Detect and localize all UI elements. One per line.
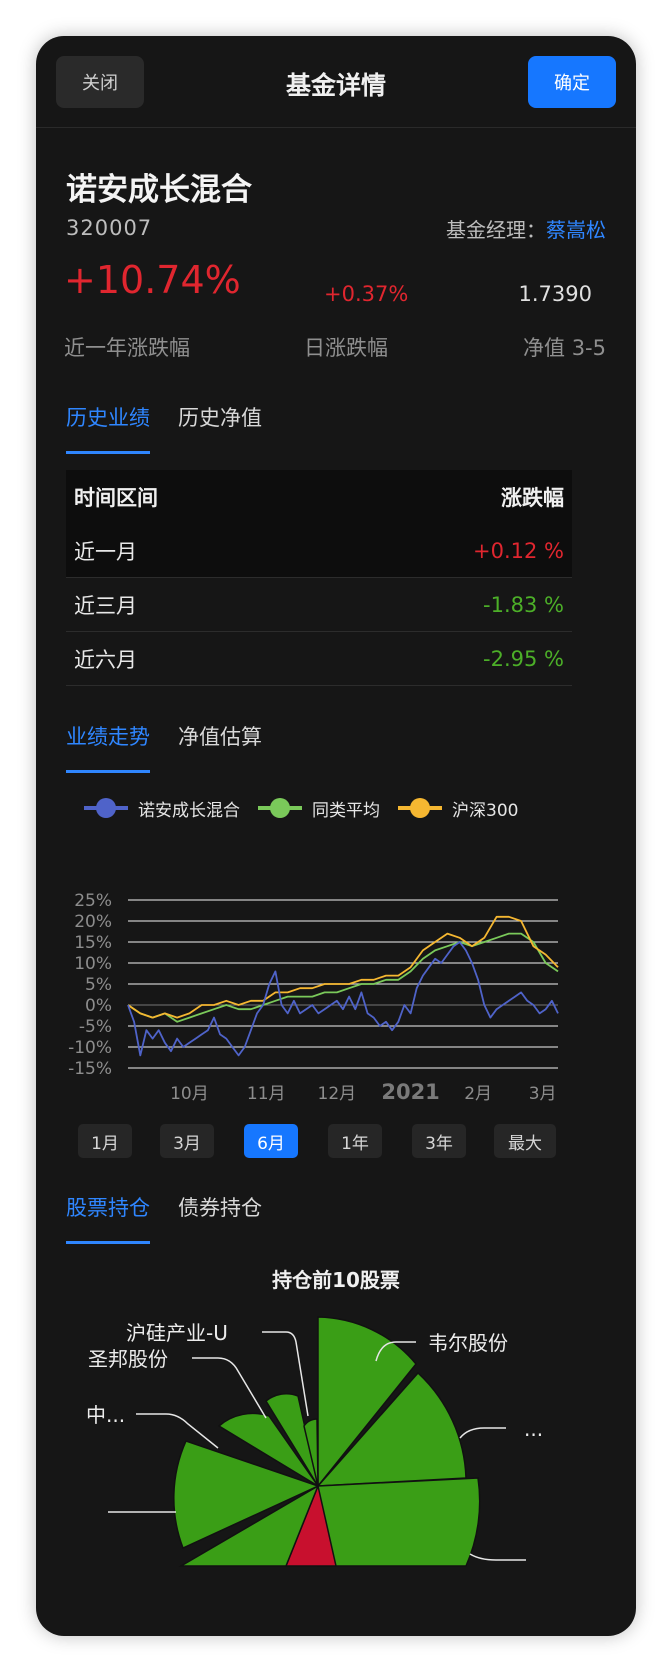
performance-tabs: 历史业绩 历史净值 xyxy=(66,394,262,454)
legend-label: 同类平均 xyxy=(312,800,380,821)
series-line[interactable] xyxy=(127,941,559,1057)
legend-marker xyxy=(398,798,442,818)
legend-label: 诺安成长混合 xyxy=(138,800,240,821)
x-tick-label: 2021 xyxy=(381,1080,439,1104)
label-hu-gui: 沪硅产业-U xyxy=(126,1321,228,1345)
y-tick-label: 15% xyxy=(74,933,112,953)
legend-marker xyxy=(258,798,302,818)
row-change: -1.83 % xyxy=(483,592,564,617)
x-tick-label: 2月 xyxy=(464,1084,492,1104)
manager-label: 基金经理： xyxy=(446,218,546,242)
day-change-value: +0.37% xyxy=(324,282,409,306)
sector-large-right[interactable] xyxy=(317,1477,481,1567)
confirm-button[interactable]: 确定 xyxy=(528,56,616,108)
manager-name-link[interactable]: 蔡嵩松 xyxy=(546,218,606,242)
y-tick-label: 0% xyxy=(85,996,112,1016)
trend-tabs: 业绩走势 净值估算 xyxy=(66,713,262,773)
legend-marker xyxy=(84,798,128,818)
fund-name: 诺安成长混合 xyxy=(66,172,252,208)
range-selector: 1月 3月 6月 1年 3年 最大 xyxy=(78,1124,598,1158)
label-ellipsis: ... xyxy=(524,1417,543,1441)
nav-bar: 关闭 基金详情 确定 xyxy=(36,36,636,128)
x-tick-label: 11月 xyxy=(247,1084,286,1104)
holdings-rose-chart[interactable]: 韦尔股份 沪硅产业-U 圣邦股份 中... ... xyxy=(36,1306,636,1636)
fund-manager: 基金经理：蔡嵩松 xyxy=(446,214,606,243)
holdings-chart-title: 持仓前10股票 xyxy=(272,1268,400,1292)
range-3m-button[interactable]: 3月 xyxy=(160,1124,214,1158)
y-tick-label: 25% xyxy=(74,891,112,911)
header-change: 涨跌幅 xyxy=(501,486,564,510)
tab-stock-holdings[interactable]: 股票持仓 xyxy=(66,1184,150,1244)
tab-history-performance[interactable]: 历史业绩 xyxy=(66,394,150,454)
x-tick-label: 3月 xyxy=(529,1084,557,1104)
nav-label: 净值 3-5 xyxy=(523,336,606,360)
row-period: 近六月 xyxy=(74,647,137,672)
year-change-label: 近一年涨跌幅 xyxy=(64,336,190,360)
label-sheng-bang: 圣邦股份 xyxy=(88,1347,168,1371)
tab-history-nav[interactable]: 历史净值 xyxy=(178,394,262,454)
range-6m-button[interactable]: 6月 xyxy=(244,1124,298,1158)
header-period: 时间区间 xyxy=(74,486,158,510)
table-row[interactable]: 近一月 +0.12 % xyxy=(66,524,572,578)
row-period: 近一月 xyxy=(74,539,137,564)
y-tick-label: -15% xyxy=(68,1059,112,1079)
legend-item-fund[interactable]: 诺安成长混合 xyxy=(84,796,240,821)
row-period: 近三月 xyxy=(74,593,137,618)
table-row[interactable]: 近六月 -2.95 % xyxy=(66,632,572,686)
holdings-tabs: 股票持仓 债券持仓 xyxy=(66,1184,262,1244)
chart-legend: 诺安成长混合 同类平均 沪深300 xyxy=(84,792,604,824)
x-tick-label: 10月 xyxy=(170,1084,209,1104)
table-header: 时间区间 涨跌幅 xyxy=(66,470,572,524)
table-row[interactable]: 近三月 -1.83 % xyxy=(66,578,572,632)
y-tick-label: -10% xyxy=(68,1038,112,1058)
day-change-label: 日涨跌幅 xyxy=(304,336,388,360)
legend-label: 沪深300 xyxy=(452,800,519,821)
tab-performance-trend[interactable]: 业绩走势 xyxy=(66,713,150,773)
y-tick-label: 10% xyxy=(74,954,112,974)
fund-code: 320007 xyxy=(66,216,153,240)
range-1y-button[interactable]: 1年 xyxy=(328,1124,382,1158)
label-zhong: 中... xyxy=(86,1403,125,1427)
legend-item-peer-average[interactable]: 同类平均 xyxy=(258,796,380,821)
y-tick-label: 20% xyxy=(74,912,112,932)
series-line[interactable] xyxy=(127,915,559,1019)
legend-item-csi300[interactable]: 沪深300 xyxy=(398,796,518,821)
nav-value: 1.7390 xyxy=(518,282,592,306)
year-change-value: +10.74% xyxy=(64,258,241,302)
y-tick-label: 5% xyxy=(85,975,112,995)
tab-nav-estimate[interactable]: 净值估算 xyxy=(178,713,262,773)
x-tick-label: 12月 xyxy=(318,1084,357,1104)
phone-screen: 关闭 基金详情 确定 诺安成长混合 320007 基金经理：蔡嵩松 +10.74… xyxy=(36,36,636,1636)
range-1m-button[interactable]: 1月 xyxy=(78,1124,132,1158)
range-max-button[interactable]: 最大 xyxy=(494,1124,556,1158)
tab-bond-holdings[interactable]: 债券持仓 xyxy=(178,1184,262,1244)
performance-trend-chart[interactable]: 25%20%15%10%5%0%-5%-10%-15% 10月 11月 12月 2021… xyxy=(36,836,636,1116)
row-change: +0.12 % xyxy=(473,538,564,563)
row-change: -2.95 % xyxy=(483,646,564,671)
label-wei-er: 韦尔股份 xyxy=(428,1331,508,1355)
range-3y-button[interactable]: 3年 xyxy=(412,1124,466,1158)
y-tick-label: -5% xyxy=(79,1017,112,1037)
performance-table: 时间区间 涨跌幅 近一月 +0.12 % 近三月 -1.83 % 近六月 -2.… xyxy=(66,470,572,686)
